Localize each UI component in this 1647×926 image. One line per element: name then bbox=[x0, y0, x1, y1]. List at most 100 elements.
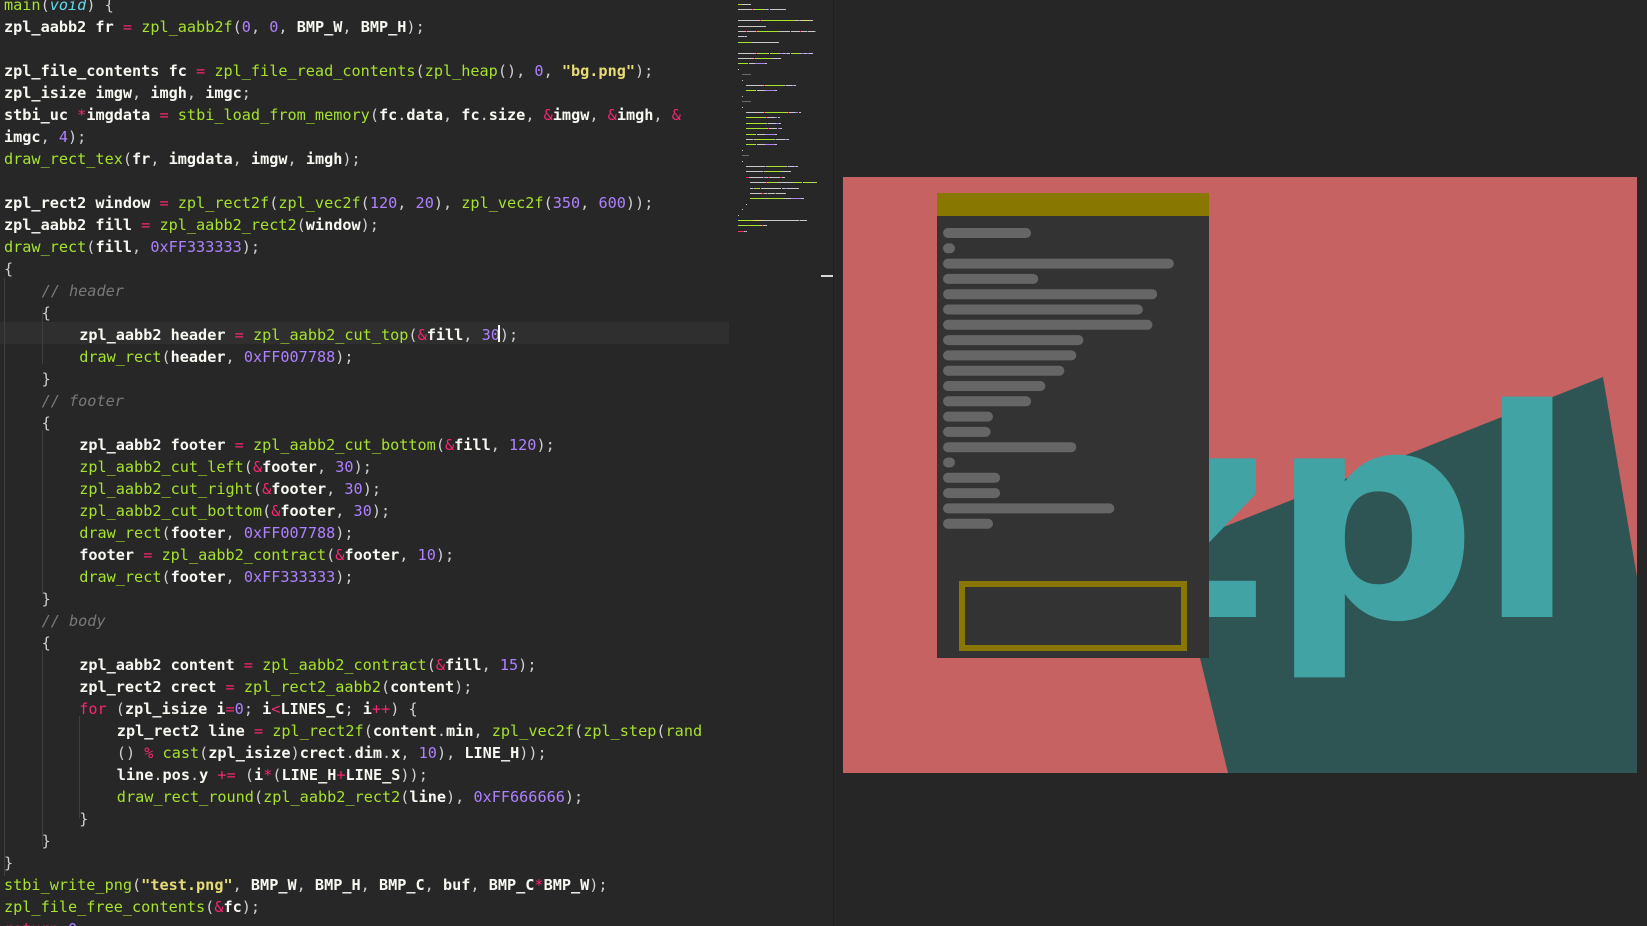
minimap[interactable] bbox=[735, 0, 833, 926]
minimap-line bbox=[790, 198, 802, 200]
minimap-line bbox=[742, 155, 750, 157]
code-token: , bbox=[132, 238, 151, 256]
code-token: , bbox=[225, 568, 244, 586]
minimap-line bbox=[775, 144, 778, 146]
code-token: 0xFF333333 bbox=[243, 568, 336, 586]
code-token: ; bbox=[241, 84, 251, 102]
code-line: zpl_aabb2 header = zpl_aabb2_cut_top(&fi… bbox=[79, 324, 518, 346]
window-line bbox=[943, 381, 1046, 391]
code-token: & bbox=[417, 326, 427, 344]
window-line bbox=[943, 228, 1032, 238]
minimap-line bbox=[753, 220, 765, 221]
code-token: { bbox=[4, 260, 14, 278]
code-token: BMP_W bbox=[296, 18, 343, 36]
window-line bbox=[943, 396, 1032, 407]
code-token: line bbox=[116, 766, 154, 784]
code-token: footer bbox=[170, 524, 226, 542]
code-token: fill bbox=[95, 238, 133, 256]
code-token: ( bbox=[161, 348, 171, 366]
window-line bbox=[943, 503, 1115, 514]
code-token: zpl_aabb2_rect2 bbox=[159, 216, 297, 234]
minimap-line bbox=[796, 166, 799, 167]
code-token: BMP_W bbox=[543, 876, 590, 894]
window-line bbox=[943, 442, 1077, 453]
code-token: BMP_H bbox=[314, 876, 361, 894]
minimap-line bbox=[764, 133, 776, 135]
code-token: draw_rect_round bbox=[116, 788, 254, 806]
code-token: content bbox=[372, 722, 437, 740]
code-line: zpl_isize imgw, imgh, imgc; bbox=[4, 82, 251, 104]
code-token: , bbox=[424, 876, 443, 894]
code-token: , bbox=[580, 194, 599, 212]
code-token: zpl_aabb2_cut_right bbox=[79, 480, 253, 498]
minimap-line bbox=[796, 187, 800, 189]
code-token: zpl_file_contents fc bbox=[4, 62, 197, 80]
code-token: draw_rect bbox=[79, 524, 162, 542]
minimap-line bbox=[801, 198, 804, 200]
code-token: draw_rect_tex bbox=[4, 150, 123, 168]
code-token: 30 bbox=[335, 458, 354, 476]
minimap-line bbox=[747, 4, 751, 5]
code-token: , bbox=[335, 502, 354, 520]
minimap-line bbox=[786, 139, 790, 140]
code-token: // body bbox=[41, 612, 106, 630]
code-line: { bbox=[42, 302, 51, 324]
code-token: ); bbox=[335, 568, 354, 586]
code-token: ); bbox=[518, 656, 537, 674]
code-token: LINE_S bbox=[345, 766, 401, 784]
code-token: void bbox=[49, 0, 87, 14]
minimap-line bbox=[781, 171, 790, 173]
code-line: imgc, 4); bbox=[4, 126, 86, 148]
minimap-line bbox=[814, 31, 816, 32]
code-token: , bbox=[589, 106, 608, 124]
window-line bbox=[943, 304, 1143, 315]
code-token: ) bbox=[290, 744, 300, 762]
minimap-line bbox=[794, 85, 797, 86]
code-token: , bbox=[397, 194, 416, 212]
code-token: 30 bbox=[344, 480, 363, 498]
minimap-line bbox=[776, 41, 779, 43]
code-token: )); bbox=[519, 744, 547, 762]
window-line bbox=[943, 273, 1039, 284]
minimap-line bbox=[765, 225, 768, 227]
code-token: zpl_rect2f bbox=[177, 194, 270, 212]
minimap-line bbox=[738, 9, 752, 11]
code-token: zpl_aabb2_cut_left bbox=[79, 458, 244, 476]
minimap-line bbox=[813, 182, 818, 184]
minimap-scroll-marker[interactable] bbox=[821, 275, 833, 277]
code-token: zpl_vec2f bbox=[461, 194, 544, 212]
code-token: ); bbox=[589, 876, 608, 894]
code-line: main(void) { bbox=[4, 0, 114, 16]
code-token: x bbox=[391, 744, 401, 762]
code-token: crect bbox=[299, 744, 346, 762]
minimap-line bbox=[738, 220, 753, 221]
code-token: zpl_aabb2_cut_bottom bbox=[252, 436, 436, 454]
code-token: ); bbox=[362, 480, 381, 498]
code-token: & bbox=[262, 480, 272, 498]
minimap-line bbox=[746, 144, 756, 146]
code-token: ); bbox=[371, 502, 391, 520]
code-token: LINE_H bbox=[281, 766, 337, 784]
code-token: imgdata bbox=[168, 150, 233, 168]
code-token: ; bbox=[344, 700, 363, 718]
minimap-line bbox=[742, 149, 744, 151]
code-token: zpl_aabb2 fill bbox=[4, 216, 142, 234]
minimap-line bbox=[746, 230, 748, 232]
code-token: zpl_aabb2 footer bbox=[79, 436, 235, 454]
code-editor[interactable]: main(void) {zpl_aabb2 fr = zpl_aabb2f(0,… bbox=[0, 0, 735, 926]
code-token: ( bbox=[106, 700, 125, 718]
minimap-line bbox=[750, 182, 766, 184]
code-token: ); bbox=[241, 238, 261, 256]
minimap-line bbox=[805, 220, 808, 221]
window-line bbox=[943, 472, 1001, 483]
minimap-line bbox=[742, 209, 744, 211]
code-line: zpl_aabb2_cut_right(&footer, 30); bbox=[79, 478, 381, 500]
code-token: zpl_rect2f bbox=[272, 722, 364, 740]
code-token: = bbox=[234, 326, 244, 344]
minimap-line bbox=[746, 85, 764, 86]
code-token: = bbox=[234, 436, 244, 454]
code-token: LINES_C bbox=[280, 700, 345, 718]
code-token: , bbox=[473, 722, 492, 740]
